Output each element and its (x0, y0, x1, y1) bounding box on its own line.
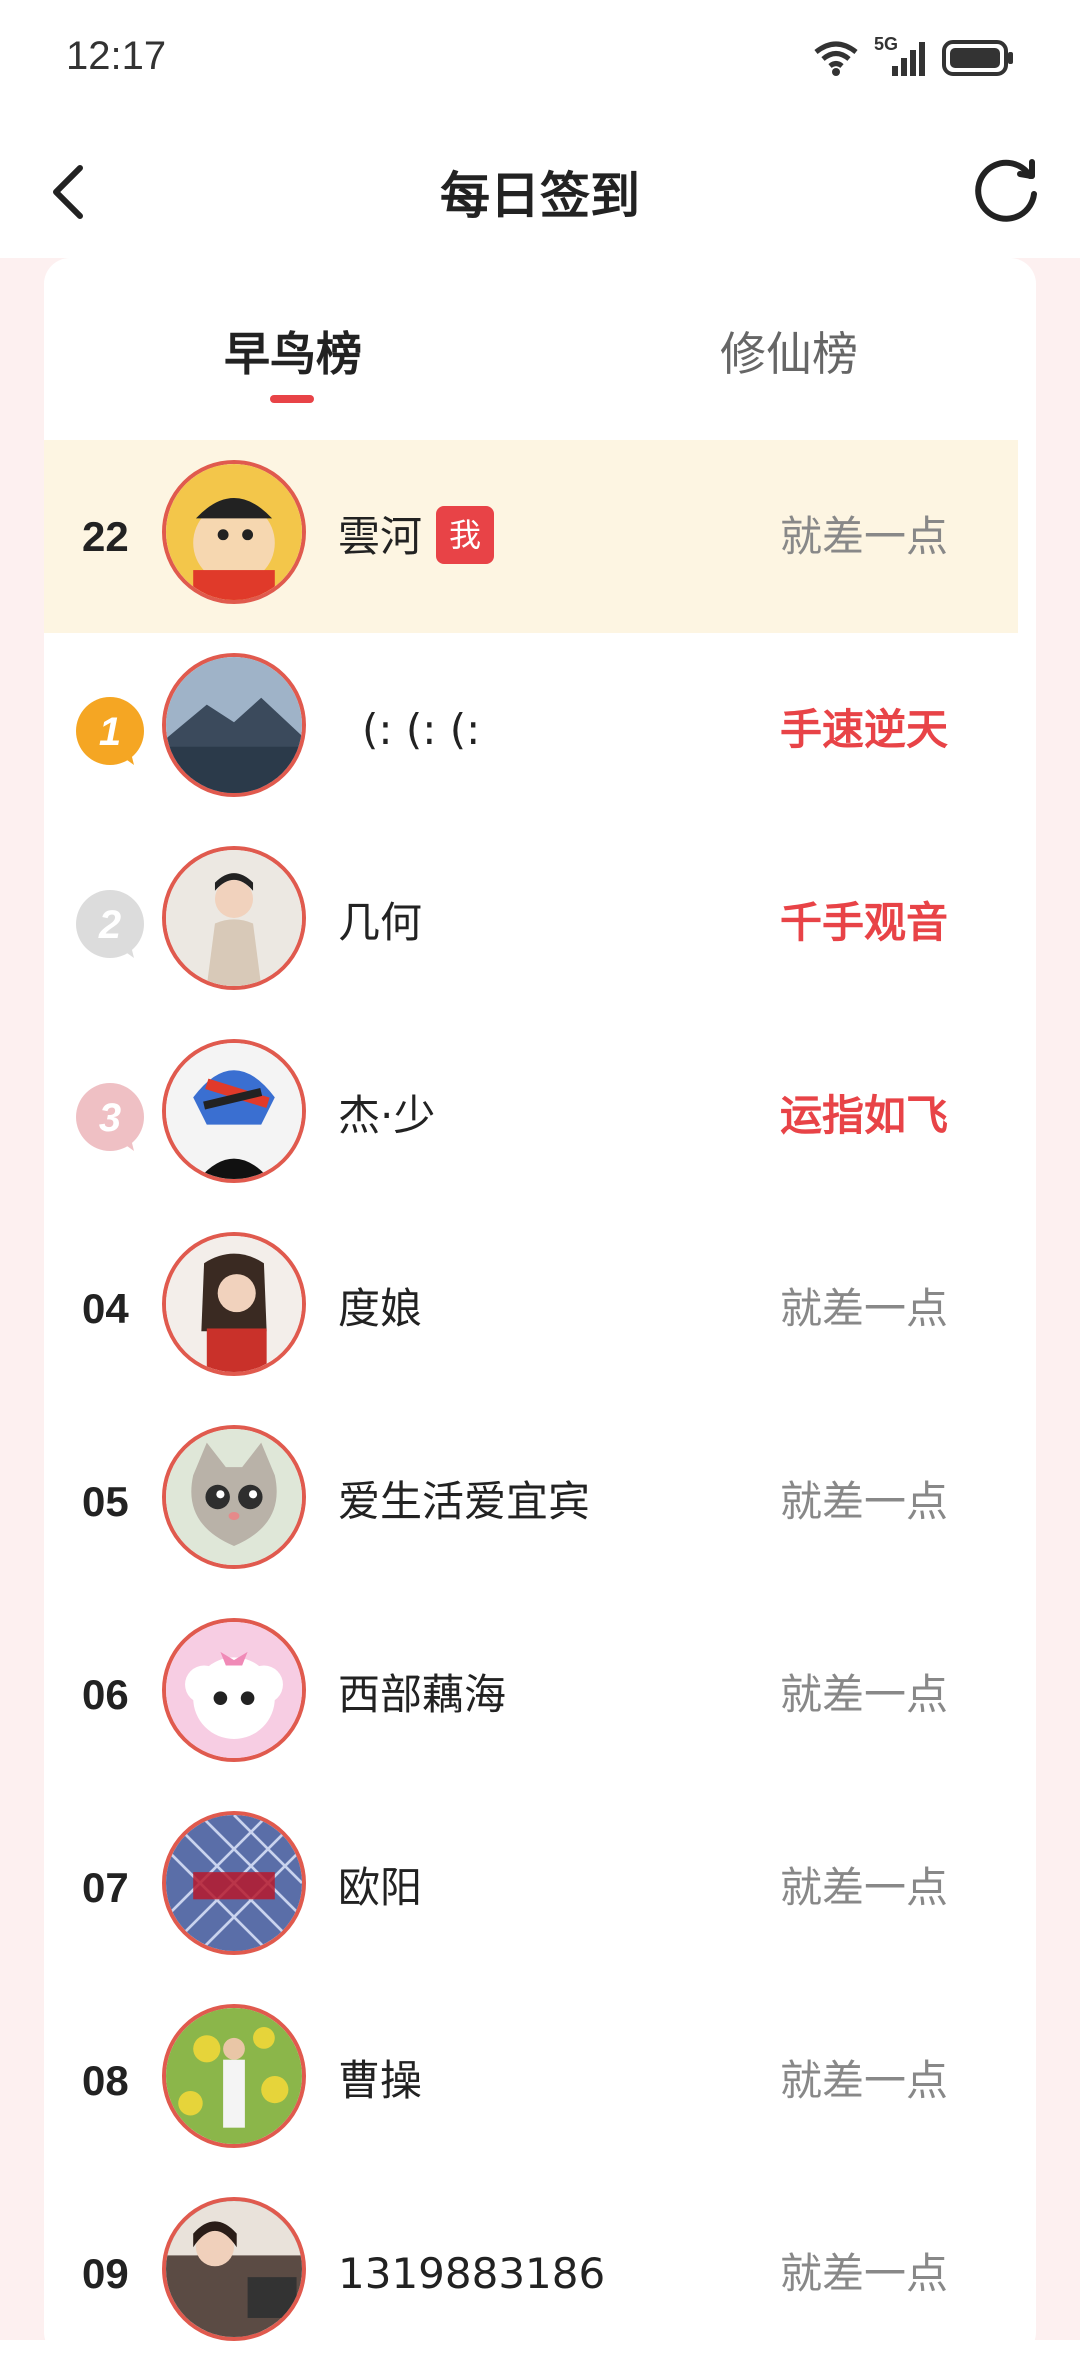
avatar[interactable] (162, 846, 306, 990)
tab-early-bird[interactable]: 早鸟榜 (224, 318, 362, 384)
checkin-status: 手速逆天 (779, 705, 948, 754)
user-name: 度娘 (338, 1284, 423, 1333)
checkin-status: 千手观音 (779, 898, 948, 947)
user-name: 几何 (338, 898, 423, 947)
avatar[interactable] (162, 460, 306, 604)
tab-active-indicator (270, 395, 314, 403)
list-item[interactable]: 1 (: (: (: 手速逆天 (44, 633, 1018, 826)
checkin-status: 就差一点 (779, 512, 948, 561)
list-item[interactable]: 09 1319883186 就差一点 (44, 2177, 1018, 2370)
avatar[interactable] (162, 2004, 306, 2148)
bronze-medal-icon: 3 (76, 1083, 144, 1151)
svg-text:2: 2 (98, 903, 121, 947)
avatar[interactable] (162, 1425, 306, 1569)
tab-bar: 早鸟榜 修仙榜 (44, 290, 1036, 410)
rank-number: 09 (82, 2250, 129, 2297)
svg-text:1: 1 (99, 710, 121, 754)
user-name: 欧阳 (338, 1863, 423, 1912)
status-time: 12:17 (66, 34, 167, 78)
avatar[interactable] (162, 2197, 306, 2341)
rank-number: 08 (82, 2057, 129, 2104)
svg-text:3: 3 (99, 1096, 121, 1140)
user-name: 西部藕海 (338, 1670, 507, 1719)
refresh-icon[interactable] (966, 150, 1046, 230)
battery-icon (942, 40, 1013, 76)
list-item[interactable]: 3 杰·少 运指如飞 (44, 1019, 1018, 1212)
signal-icon: 5G (874, 34, 928, 78)
list-item[interactable]: 06 西部藕海 就差一点 (44, 1598, 1018, 1791)
list-item[interactable]: 08 曹操 就差一点 (44, 1984, 1018, 2177)
status-icons: 5G (812, 34, 1014, 78)
app-header: 每日签到 (0, 120, 1080, 260)
checkin-status: 就差一点 (779, 1284, 948, 1333)
avatar[interactable] (162, 653, 306, 797)
list-item[interactable]: 05 爱生活爱宜宾 就差一点 (44, 1405, 1018, 1598)
checkin-status: 就差一点 (779, 1863, 948, 1912)
list-item[interactable]: 04 度娘 就差一点 (44, 1212, 1018, 1405)
rank-number: 04 (82, 1285, 129, 1332)
page-title: 每日签到 (440, 167, 640, 225)
rank-number: 06 (82, 1671, 129, 1718)
user-name: 1319883186 (338, 2249, 606, 2298)
checkin-status: 就差一点 (779, 1477, 948, 1526)
rank-number: 22 (82, 513, 129, 560)
me-badge: 我 (436, 506, 494, 564)
checkin-status: 运指如飞 (779, 1091, 948, 1140)
wifi-icon (814, 41, 858, 76)
rank-number: 05 (82, 1478, 129, 1525)
rank-number: 07 (82, 1864, 129, 1911)
user-name: (: (: (: (362, 705, 481, 754)
avatar[interactable] (162, 1039, 306, 1183)
checkin-status: 就差一点 (779, 1670, 948, 1719)
silver-medal-icon: 2 (76, 890, 144, 958)
user-name: 雲河 (338, 512, 423, 561)
list-item[interactable]: 07 欧阳 就差一点 (44, 1791, 1018, 1984)
list-item[interactable]: 2 几何 千手观音 (44, 826, 1018, 1019)
avatar[interactable] (162, 1811, 306, 1955)
checkin-status: 就差一点 (779, 2249, 948, 2298)
gold-medal-icon: 1 (76, 697, 144, 765)
user-name: 杰·少 (338, 1091, 436, 1140)
user-name: 爱生活爱宜宾 (338, 1477, 591, 1526)
avatar[interactable] (162, 1618, 306, 1762)
avatar[interactable] (162, 1232, 306, 1376)
status-bar: 12:17 5G (0, 0, 1080, 120)
my-rank-row[interactable]: 22 雲河 我 就差一点 (44, 440, 1018, 633)
checkin-status: 就差一点 (779, 2056, 948, 2105)
user-name: 曹操 (338, 2056, 423, 2105)
tab-cultivation[interactable]: 修仙榜 (720, 318, 858, 384)
